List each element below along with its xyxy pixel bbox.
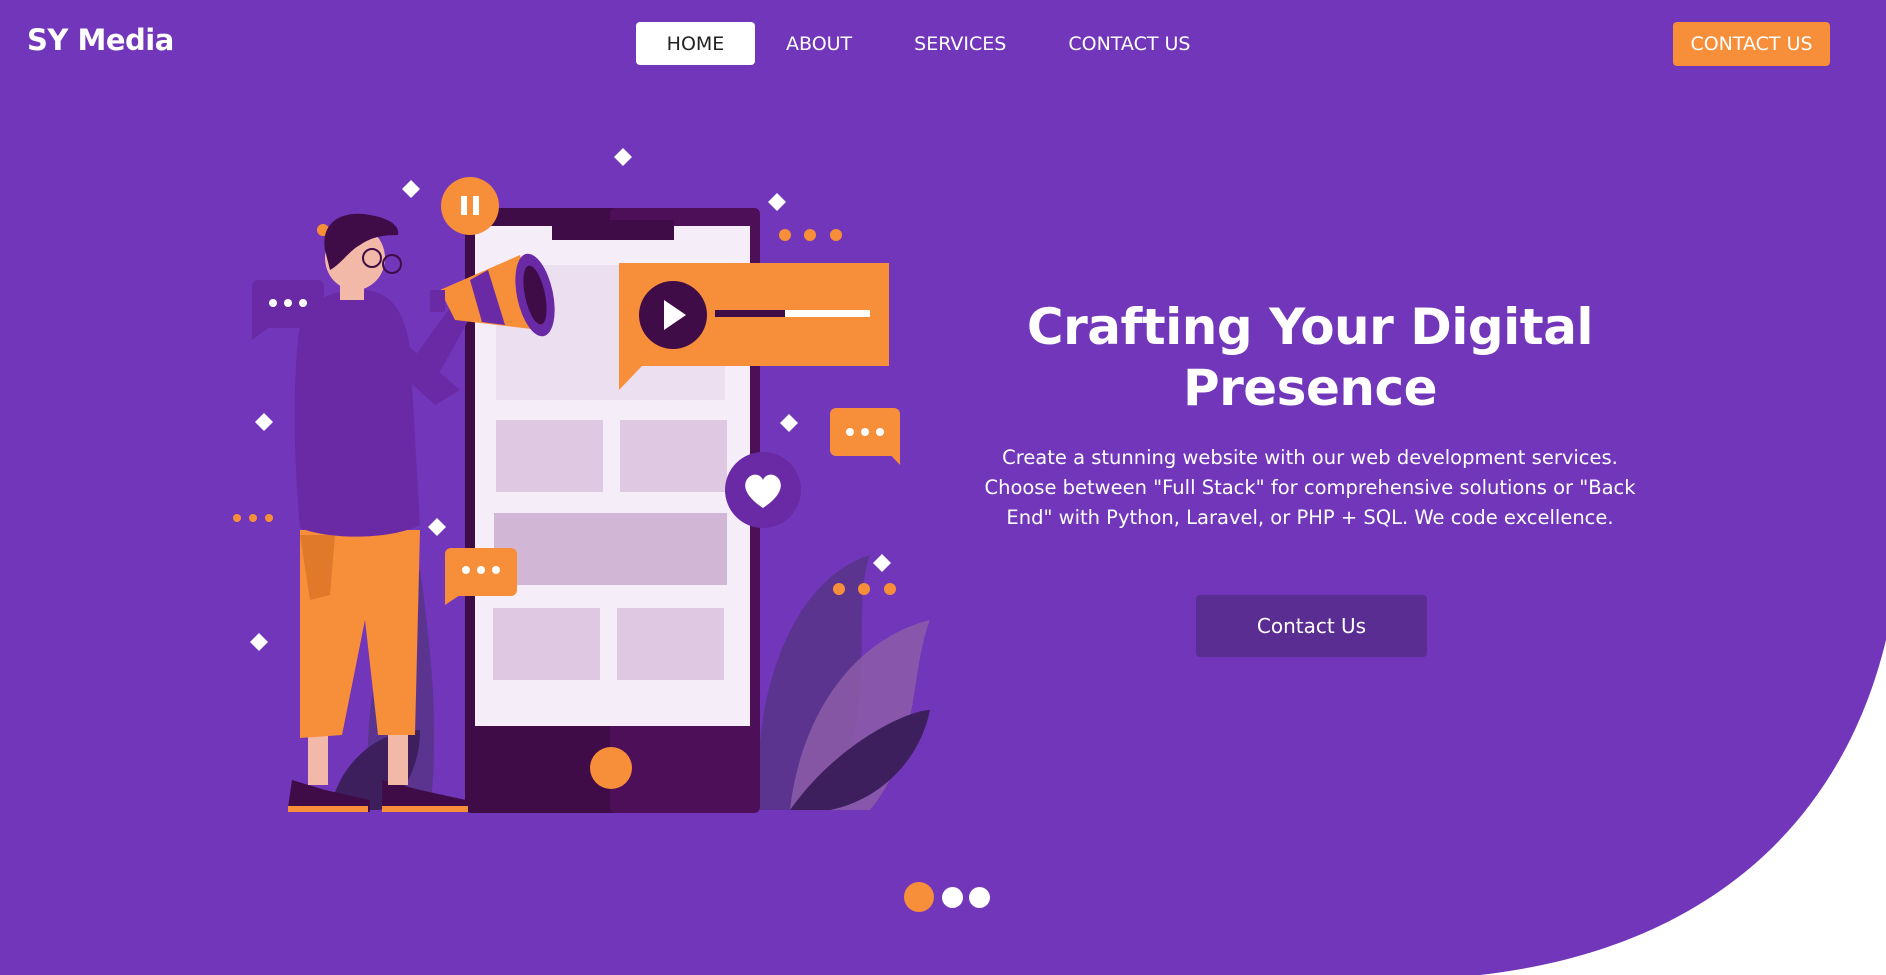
nav-item-services[interactable]: SERVICES — [883, 22, 1037, 65]
chat-bubble-icon — [830, 408, 900, 465]
main-nav: HOME ABOUT SERVICES CONTACT US — [636, 22, 1221, 65]
brand-logo[interactable]: SY Media — [27, 23, 174, 57]
hero-description: Create a stunning website with our web d… — [984, 446, 1636, 529]
carousel-dot-1[interactable] — [904, 882, 934, 912]
carousel-indicators — [904, 882, 990, 912]
hero-illustration — [233, 148, 930, 813]
carousel-dot-3[interactable] — [969, 886, 990, 908]
pause-icon — [441, 177, 499, 235]
nav-item-home[interactable]: HOME — [636, 22, 755, 65]
hero-section: SY Media HOME ABOUT SERVICES CONTACT US … — [0, 0, 1886, 975]
hero-title: Crafting Your Digital Presence — [1026, 298, 1594, 417]
hero-contact-button[interactable]: Contact Us — [1196, 595, 1427, 657]
carousel-dot-2[interactable] — [942, 886, 963, 908]
nav-item-about[interactable]: ABOUT — [755, 22, 883, 65]
header-contact-button[interactable]: CONTACT US — [1673, 22, 1830, 66]
nav-item-contact[interactable]: CONTACT US — [1037, 22, 1221, 65]
heart-icon — [725, 452, 801, 528]
